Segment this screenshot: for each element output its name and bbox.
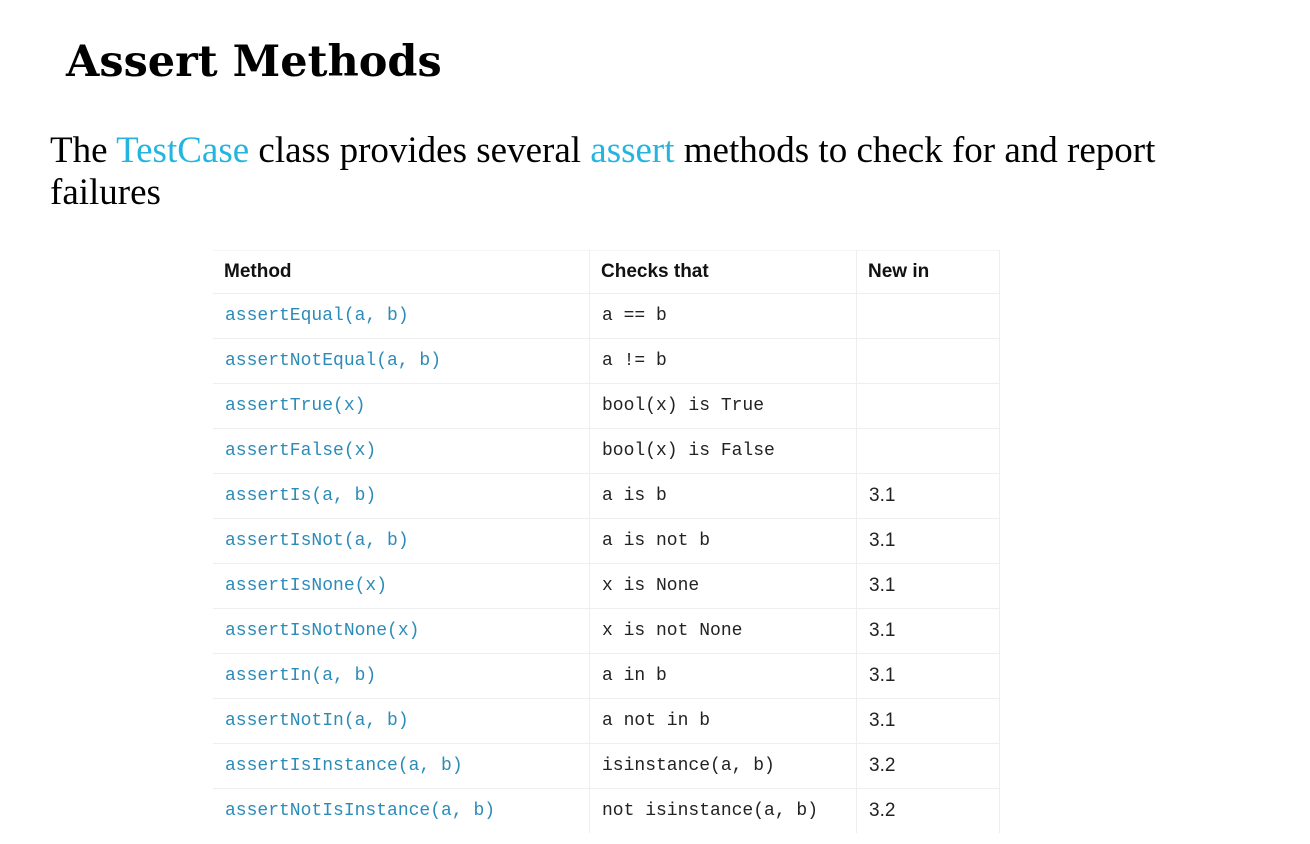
assert-methods-table: Method Checks that New in assertEqual(a,…: [213, 250, 1000, 833]
new-in-cell: 3.1: [856, 563, 1000, 609]
checks-that-cell: a is b: [589, 473, 857, 519]
new-in-cell: [856, 428, 1000, 474]
method-link[interactable]: assertIn(a, b): [213, 653, 590, 699]
checks-that-cell: a is not b: [589, 518, 857, 564]
method-link[interactable]: assertNotEqual(a, b): [213, 338, 590, 384]
checks-that-cell: bool(x) is True: [589, 383, 857, 429]
table-row: assertIsNotNone(x) x is not None 3.1: [213, 608, 1000, 654]
table-row: assertIn(a, b) a in b 3.1: [213, 653, 1000, 699]
checks-that-cell: a != b: [589, 338, 857, 384]
new-in-cell: 3.1: [856, 608, 1000, 654]
new-in-cell: 3.1: [856, 698, 1000, 744]
checks-that-cell: a == b: [589, 293, 857, 339]
intro-paragraph: The TestCase class provides several asse…: [50, 130, 1270, 214]
header-method: Method: [213, 250, 590, 294]
table-row: assertIsNone(x) x is None 3.1: [213, 563, 1000, 609]
table-row: assertNotIn(a, b) a not in b 3.1: [213, 698, 1000, 744]
new-in-cell: 3.2: [856, 743, 1000, 789]
checks-that-cell: bool(x) is False: [589, 428, 857, 474]
table-row: assertNotEqual(a, b) a != b: [213, 338, 1000, 384]
assert-link[interactable]: assert: [590, 130, 674, 171]
checks-that-cell: not isinstance(a, b): [589, 788, 857, 833]
table-row: assertTrue(x) bool(x) is True: [213, 383, 1000, 429]
checks-that-cell: a not in b: [589, 698, 857, 744]
new-in-cell: 3.2: [856, 788, 1000, 833]
new-in-cell: [856, 293, 1000, 339]
page-title: Assert Methods: [66, 37, 442, 87]
intro-text-start: The: [50, 130, 117, 171]
new-in-cell: 3.1: [856, 518, 1000, 564]
method-link[interactable]: assertFalse(x): [213, 428, 590, 474]
table-row: assertFalse(x) bool(x) is False: [213, 428, 1000, 474]
method-link[interactable]: assertIsNotNone(x): [213, 608, 590, 654]
table-row: assertEqual(a, b) a == b: [213, 293, 1000, 339]
table-row: assertNotIsInstance(a, b) not isinstance(…: [213, 788, 1000, 833]
table-body: assertEqual(a, b) a == b assertNotEqual(a,…: [213, 293, 1000, 833]
checks-that-cell: x is None: [589, 563, 857, 609]
new-in-cell: 3.1: [856, 473, 1000, 519]
table-row: assertIs(a, b) a is b 3.1: [213, 473, 1000, 519]
header-checks-that: Checks that: [589, 250, 857, 294]
method-link[interactable]: assertIsNot(a, b): [213, 518, 590, 564]
method-link[interactable]: assertIs(a, b): [213, 473, 590, 519]
new-in-cell: 3.1: [856, 653, 1000, 699]
method-link[interactable]: assertTrue(x): [213, 383, 590, 429]
testcase-link[interactable]: TestCase: [116, 130, 249, 171]
intro-text-middle: class provides several: [249, 130, 591, 171]
method-link[interactable]: assertIsInstance(a, b): [213, 743, 590, 789]
method-link[interactable]: assertNotIsInstance(a, b): [213, 788, 590, 833]
table-row: assertIsNot(a, b) a is not b 3.1: [213, 518, 1000, 564]
checks-that-cell: x is not None: [589, 608, 857, 654]
method-link[interactable]: assertIsNone(x): [213, 563, 590, 609]
new-in-cell: [856, 338, 1000, 384]
checks-that-cell: isinstance(a, b): [589, 743, 857, 789]
header-new-in: New in: [856, 250, 1000, 294]
new-in-cell: [856, 383, 1000, 429]
method-link[interactable]: assertNotIn(a, b): [213, 698, 590, 744]
checks-that-cell: a in b: [589, 653, 857, 699]
table-row: assertIsInstance(a, b) isinstance(a, b) 3.…: [213, 743, 1000, 789]
method-link[interactable]: assertEqual(a, b): [213, 293, 590, 339]
table-header-row: Method Checks that New in: [213, 250, 1000, 294]
